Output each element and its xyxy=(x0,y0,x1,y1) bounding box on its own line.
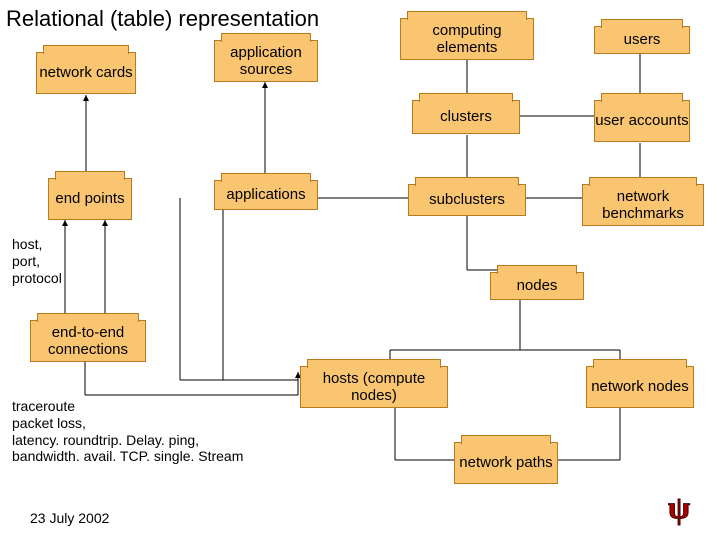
box-user-accounts: user accounts xyxy=(594,100,690,142)
box-computing-elements: computing elements xyxy=(400,18,534,60)
iu-logo-icon: ψ xyxy=(668,489,690,526)
box-end-to-end-connections: end-to-end connections xyxy=(30,320,146,362)
box-hosts: hosts (compute nodes) xyxy=(300,366,448,408)
box-nodes: nodes xyxy=(490,272,584,300)
date-label: 23 July 2002 xyxy=(30,510,109,526)
box-subclusters: subclusters xyxy=(408,184,526,216)
box-clusters: clusters xyxy=(412,100,520,134)
box-network-cards: network cards xyxy=(36,52,136,94)
label-metrics: traceroute packet loss, latency. roundtr… xyxy=(12,398,243,465)
page-title: Relational (table) representation xyxy=(6,6,319,32)
box-users: users xyxy=(594,26,690,54)
label-host-port-protocol: host, port, protocol xyxy=(12,236,62,286)
box-network-nodes: network nodes xyxy=(586,366,694,408)
box-end-points: end points xyxy=(48,178,132,220)
box-network-paths: network paths xyxy=(454,442,558,484)
box-applications: applications xyxy=(214,180,318,210)
box-application-sources: application sources xyxy=(214,40,318,82)
box-network-benchmarks: network benchmarks xyxy=(582,184,704,226)
